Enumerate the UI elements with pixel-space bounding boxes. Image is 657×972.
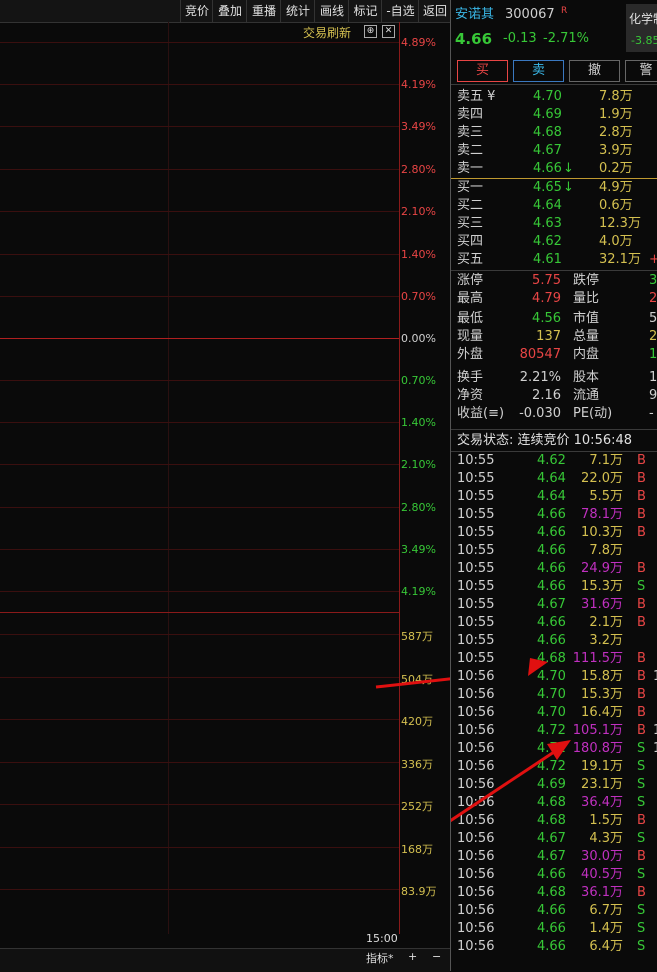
arrow-head — [528, 658, 548, 676]
annotation-arrows — [375, 677, 450, 689]
annotation-arrows-right — [451, 658, 571, 823]
annotation-arrow — [451, 750, 555, 823]
quote-panel: 安诺其 300067 R 4.66 -0.13 -2.71% 化学制 -3.85… — [451, 0, 657, 971]
chart-pane[interactable]: 竞价 叠加 重播 统计 画线 标记 -自选 返回 交易刷新 ⊕ ✕ 4.89% 4.19% 3.4… — [0, 0, 450, 972]
annotation-arrow — [375, 677, 450, 689]
arrow-head — [547, 740, 571, 760]
